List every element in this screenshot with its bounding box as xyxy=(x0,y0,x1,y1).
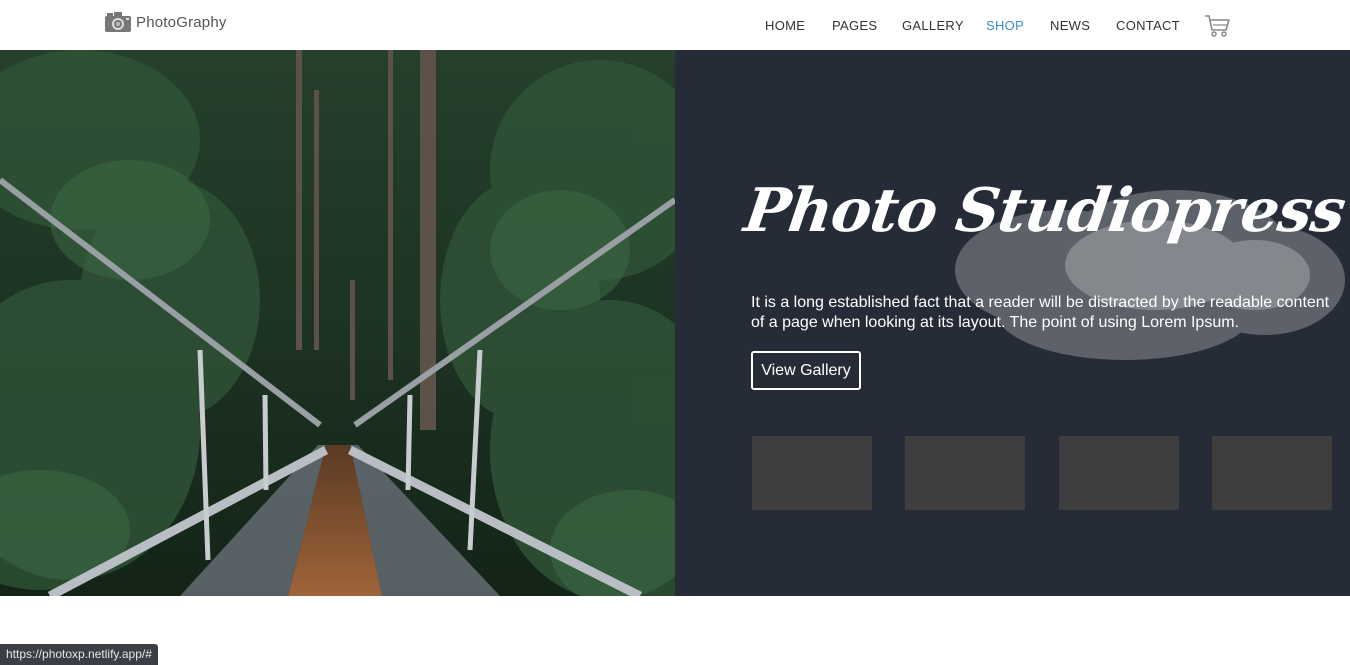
hero-image xyxy=(0,50,675,596)
nav-home[interactable]: HOME xyxy=(765,18,805,33)
nav-news[interactable]: NEWS xyxy=(1050,18,1090,33)
nav-gallery[interactable]: GALLERY xyxy=(902,18,964,33)
hero-title: Photo Studiopress xyxy=(740,176,1350,246)
status-bar-url: https://photoxp.netlify.app/# xyxy=(0,644,158,665)
hero-description: It is a long established fact that a rea… xyxy=(751,294,1330,331)
forest-bridge-image xyxy=(0,50,675,596)
gallery-thumbnail[interactable] xyxy=(1059,436,1179,510)
nav-shop[interactable]: SHOP xyxy=(986,18,1024,33)
nav-contact[interactable]: CONTACT xyxy=(1116,18,1180,33)
site-header: PhotoGraphy HOME PAGES GALLERY SHOP NEWS… xyxy=(0,0,1350,50)
cart-icon[interactable] xyxy=(1204,14,1230,38)
view-gallery-button[interactable]: View Gallery xyxy=(751,351,861,390)
gallery-thumbnail[interactable] xyxy=(752,436,872,510)
main-nav: HOME PAGES GALLERY SHOP NEWS CONTACT xyxy=(0,18,1350,38)
nav-pages[interactable]: PAGES xyxy=(832,18,877,33)
gallery-thumbnail[interactable] xyxy=(905,436,1025,510)
hero-panel: Photo Studiopress It is a long establish… xyxy=(675,50,1350,596)
gallery-thumbnail[interactable] xyxy=(1212,436,1332,510)
